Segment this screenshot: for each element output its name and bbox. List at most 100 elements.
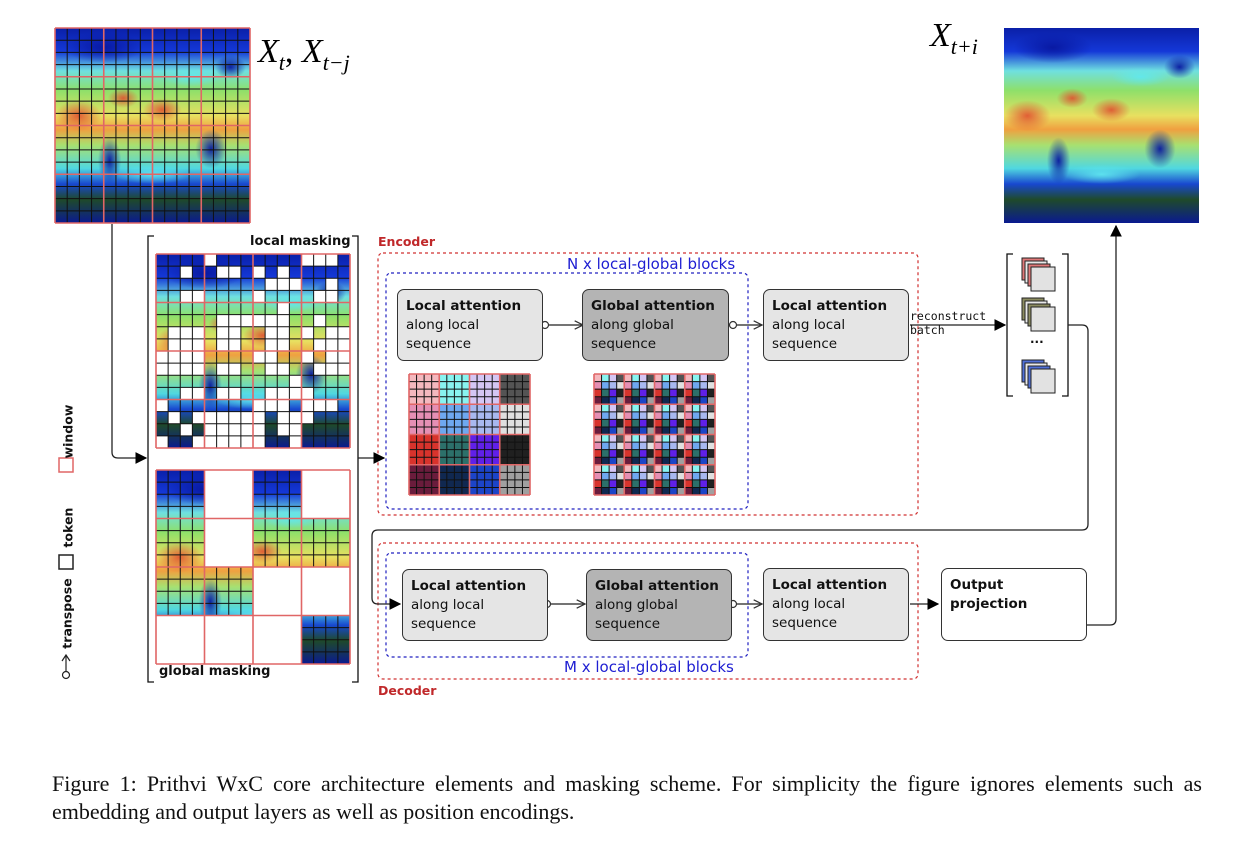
token-cell (416, 487, 425, 495)
token-cell (514, 389, 523, 397)
block-line1: along local (406, 317, 480, 333)
output-projection: Output projection (941, 568, 1087, 641)
encoder-global-attention: Global attention along global sequence (582, 289, 729, 361)
token-cell (609, 381, 617, 390)
token-cell (439, 464, 447, 473)
token-cell (654, 411, 663, 420)
token-cell (624, 457, 632, 465)
token-cell (692, 381, 700, 390)
token-cell (484, 464, 493, 473)
token-cell (684, 419, 693, 427)
token-cell (639, 487, 647, 495)
reconstruct-line2: batch (910, 323, 945, 337)
masked-token (265, 399, 278, 412)
token-cell (431, 419, 440, 427)
token-cell (499, 479, 508, 488)
token-cell (454, 442, 462, 450)
token-cell (409, 449, 417, 458)
token-cell (699, 457, 708, 465)
token-cell (677, 449, 685, 458)
masked-token (204, 435, 217, 448)
block-title: Local attention (772, 298, 888, 314)
token-cell (684, 374, 693, 382)
masked-token (228, 423, 241, 436)
token-cell (469, 464, 478, 473)
decoder-local-attention-1: Local attention along local sequence (402, 569, 548, 641)
block-line2: sequence (772, 615, 838, 631)
token-cell (416, 411, 425, 420)
token-cell (484, 389, 493, 397)
token-cell (654, 479, 663, 488)
token-cell (514, 374, 523, 382)
token-cell (454, 404, 462, 412)
block-line1: along global (591, 317, 674, 333)
token-cell (499, 419, 508, 427)
token-cell (699, 396, 708, 405)
token-cell (499, 449, 508, 458)
token-cell (669, 472, 678, 480)
token-cell (431, 479, 440, 488)
masked-token (180, 266, 193, 279)
encoder-blocks-label: N x local-global blocks (567, 255, 736, 273)
token-cell (616, 479, 625, 488)
token-cell (616, 411, 625, 420)
global-sequence-grid (593, 373, 716, 496)
token-cell (416, 449, 425, 458)
token-cell (654, 464, 663, 473)
token-cell (424, 457, 432, 465)
token-cell (409, 426, 417, 435)
masked-token (168, 363, 181, 376)
token-cell (662, 374, 670, 382)
token-cell (514, 487, 523, 495)
token-cell (677, 442, 685, 450)
token-cell (469, 487, 478, 495)
masked-token (325, 254, 338, 267)
token-cell (646, 472, 655, 480)
token-cell (646, 419, 655, 427)
token-cell (507, 381, 515, 390)
token-cell (609, 442, 617, 450)
token-cell (677, 396, 685, 405)
token-cell (469, 396, 478, 405)
token-cell (461, 479, 470, 488)
token-cell (499, 464, 508, 473)
token-cell (601, 426, 610, 435)
token-cell (507, 457, 515, 465)
token-cell (669, 442, 678, 450)
token-cell (669, 396, 678, 405)
masked-token (337, 338, 350, 351)
token-cell (609, 487, 617, 495)
stack-layer (1030, 266, 1056, 292)
token-cell (514, 419, 523, 427)
token-cell (684, 457, 693, 465)
masked-token (240, 314, 253, 327)
token-cell (692, 457, 700, 465)
token-cell (477, 442, 485, 450)
token-cell (409, 389, 417, 397)
token-cell (684, 396, 693, 405)
token-cell (522, 464, 530, 473)
token-cell (514, 434, 523, 443)
token-legend-label: token (60, 507, 76, 548)
token-cell (624, 487, 632, 495)
token-cell (522, 374, 530, 382)
figure: Xt, Xt−j Xt+i local masking global maski… (0, 0, 1236, 856)
token-cell (669, 457, 678, 465)
token-cell (461, 396, 470, 405)
token-cell (469, 479, 478, 488)
token-cell (416, 434, 425, 443)
token-cell (639, 426, 647, 435)
token-cell (461, 442, 470, 450)
token-cell (631, 411, 640, 420)
masked-token (180, 363, 193, 376)
token-cell (507, 389, 515, 397)
encoder-local-attention-1: Local attention along local sequence (397, 289, 543, 361)
token-cell (707, 381, 715, 390)
token-cell (492, 419, 500, 427)
token-cell (646, 442, 655, 450)
masked-token (289, 387, 302, 400)
token-cell (522, 449, 530, 458)
token-cell (477, 464, 485, 473)
token-cell (662, 464, 670, 473)
token-cell (446, 464, 455, 473)
